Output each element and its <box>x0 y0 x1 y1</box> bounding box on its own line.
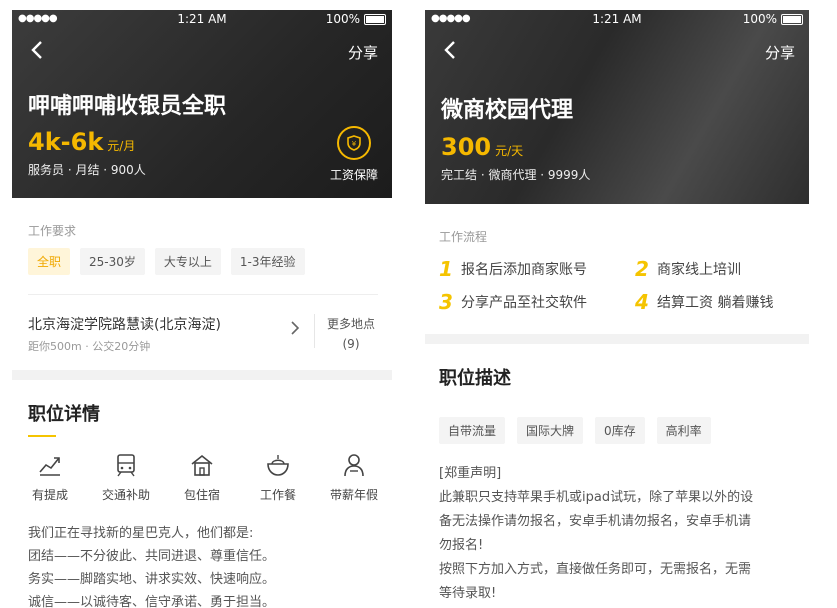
workflow-step: 4 结算工资 躺着赚钱 <box>635 290 773 314</box>
statement-line: 等待录取! <box>439 586 497 601</box>
benefit-item: 包住宿 <box>167 452 237 503</box>
workflow-step: 3 分享产品至社交软件 <box>439 290 587 314</box>
benefit-label: 包住宿 <box>183 488 220 502</box>
details-heading: 职位详情 <box>28 404 100 425</box>
salary-guarantee-badge[interactable]: ¥ 工资保障 <box>330 126 378 183</box>
house-icon <box>191 454 213 476</box>
benefit-label: 交通补助 <box>101 488 150 502</box>
description-line: 务实——脚踏实地、讲求实效、快速响应。 <box>28 572 276 587</box>
salary-unit: 元/天 <box>495 144 524 158</box>
battery-icon <box>364 14 386 25</box>
benefits-row: 有提成 交通补助 包住宿 工作餐 带薪年假 <box>12 452 392 503</box>
salary-amount: 4k-6k <box>28 128 104 156</box>
person-icon <box>344 454 364 477</box>
description-line: 诚信——以诚待客、信守承诺、勇于担当。 <box>28 595 276 608</box>
shield-icon: ¥ <box>336 126 371 160</box>
job-tag: 国际大牌 <box>517 417 584 444</box>
step-number: 1 <box>439 257 453 281</box>
battery-icon <box>781 14 803 25</box>
share-button[interactable]: 分享 <box>765 42 795 63</box>
benefit-label: 有提成 <box>31 488 68 502</box>
salary: 4k-6k 元/月 <box>28 128 135 156</box>
step-number: 4 <box>635 290 649 314</box>
statement-line: 此兼职只支持苹果手机或ipad试玩，除了苹果以外的设 <box>439 490 754 505</box>
guarantee-label: 工资保障 <box>329 168 378 182</box>
job-title: 微商校园代理 <box>441 98 574 123</box>
job-tags: 自带流量 国际大牌 0库存 高利率 <box>439 417 711 444</box>
job-header: ●●●●● 1:21 AM 100% 分享 微商校园代理 300 元/天 完工结 … <box>425 10 809 204</box>
svg-text:¥: ¥ <box>352 140 357 148</box>
job-title: 呷哺呷哺收银员全职 <box>28 94 227 119</box>
job-tag: 0库存 <box>595 417 645 444</box>
benefit-label: 工作餐 <box>259 488 296 502</box>
location-distance: 距你500m · 公交20分钟 <box>28 340 151 353</box>
statement-line: 按照下方加入方式，直接做任务即可，无需报名，无需 <box>439 562 752 577</box>
back-button[interactable] <box>30 38 44 66</box>
heading-underline <box>28 435 56 437</box>
bowl-icon <box>267 455 289 476</box>
requirements-label: 工作要求 <box>28 224 77 238</box>
salary: 300 元/天 <box>441 133 523 161</box>
section-divider <box>12 370 392 380</box>
requirement-tag: 1-3年经验 <box>230 248 305 275</box>
job-meta: 服务员 · 月结 · 900人 <box>28 163 146 177</box>
step-number: 3 <box>439 290 453 314</box>
requirement-tag: 全职 <box>28 248 71 275</box>
section-divider <box>425 334 809 344</box>
chart-icon <box>39 457 60 476</box>
benefit-item: 有提成 <box>15 452 85 503</box>
workflow-step: 2 商家线上培训 <box>635 257 741 281</box>
statement-line: [郑重声明] <box>439 466 502 481</box>
job-tag: 高利率 <box>656 417 711 444</box>
benefit-item: 工作餐 <box>243 452 313 503</box>
more-locations-count: (9) <box>342 337 360 351</box>
requirement-tags: 全职 25-30岁 大专以上 1-3年经验 <box>28 248 305 275</box>
more-locations-button[interactable]: 更多地点 (9) <box>327 314 375 354</box>
divider-line <box>28 294 378 295</box>
job-detail-screen-left: ●●●●● 1:21 AM 100% 分享 呷哺呷哺收银员全职 4k-6k 元/月… <box>12 10 392 608</box>
train-icon <box>117 454 135 477</box>
step-text: 分享产品至社交软件 <box>461 295 587 311</box>
benefit-label: 带薪年假 <box>329 488 378 502</box>
divider-vertical <box>314 314 315 348</box>
workflow-step: 1 报名后添加商家账号 <box>439 257 587 281</box>
status-bar: ●●●●● 1:21 AM 100% <box>425 10 809 28</box>
step-text: 结算工资 躺着赚钱 <box>657 295 774 311</box>
job-description: 我们正在寻找新的星巴克人，他们都是: 团结——不分彼此、共同进退、尊重信任。 务… <box>28 522 378 608</box>
chevron-left-icon <box>31 41 42 59</box>
step-number: 2 <box>635 257 649 281</box>
statement-line: 勿报名! <box>439 538 484 553</box>
job-tag: 自带流量 <box>439 417 506 444</box>
statement-text: [郑重声明] 此兼职只支持苹果手机或ipad试玩，除了苹果以外的设 备无法操作请… <box>439 462 795 606</box>
battery-percent: 100% <box>742 12 777 26</box>
chevron-right-icon <box>290 320 300 341</box>
description-line: 团结——不分彼此、共同进退、尊重信任。 <box>28 549 276 564</box>
job-meta: 完工结 · 微商代理 · 9999人 <box>441 168 591 182</box>
location-title: 北京海淀学院路慧读(北京海淀) <box>28 317 221 333</box>
workflow-label: 工作流程 <box>439 230 488 244</box>
more-locations-label: 更多地点 <box>327 317 376 331</box>
benefit-item: 带薪年假 <box>319 452 389 503</box>
status-bar: ●●●●● 1:21 AM 100% <box>12 10 392 28</box>
chevron-left-icon <box>444 41 455 59</box>
job-detail-screen-right: ●●●●● 1:21 AM 100% 分享 微商校园代理 300 元/天 完工结 … <box>425 10 809 608</box>
salary-unit: 元/月 <box>107 139 136 153</box>
job-header: ●●●●● 1:21 AM 100% 分享 呷哺呷哺收银员全职 4k-6k 元/月… <box>12 10 392 198</box>
statement-line: 备无法操作请勿报名，安卓手机请勿报名，安卓手机请 <box>439 514 752 529</box>
description-heading: 职位描述 <box>439 368 511 389</box>
battery-percent: 100% <box>325 12 360 26</box>
salary-amount: 300 <box>441 133 492 161</box>
step-text: 商家线上培训 <box>657 262 741 278</box>
requirement-tag: 25-30岁 <box>80 248 145 275</box>
step-text: 报名后添加商家账号 <box>461 262 587 278</box>
share-button[interactable]: 分享 <box>348 42 378 63</box>
description-line: 我们正在寻找新的星巴克人，他们都是: <box>28 526 254 541</box>
benefit-item: 交通补助 <box>91 452 161 503</box>
requirement-tag: 大专以上 <box>154 248 221 275</box>
back-button[interactable] <box>443 38 457 66</box>
